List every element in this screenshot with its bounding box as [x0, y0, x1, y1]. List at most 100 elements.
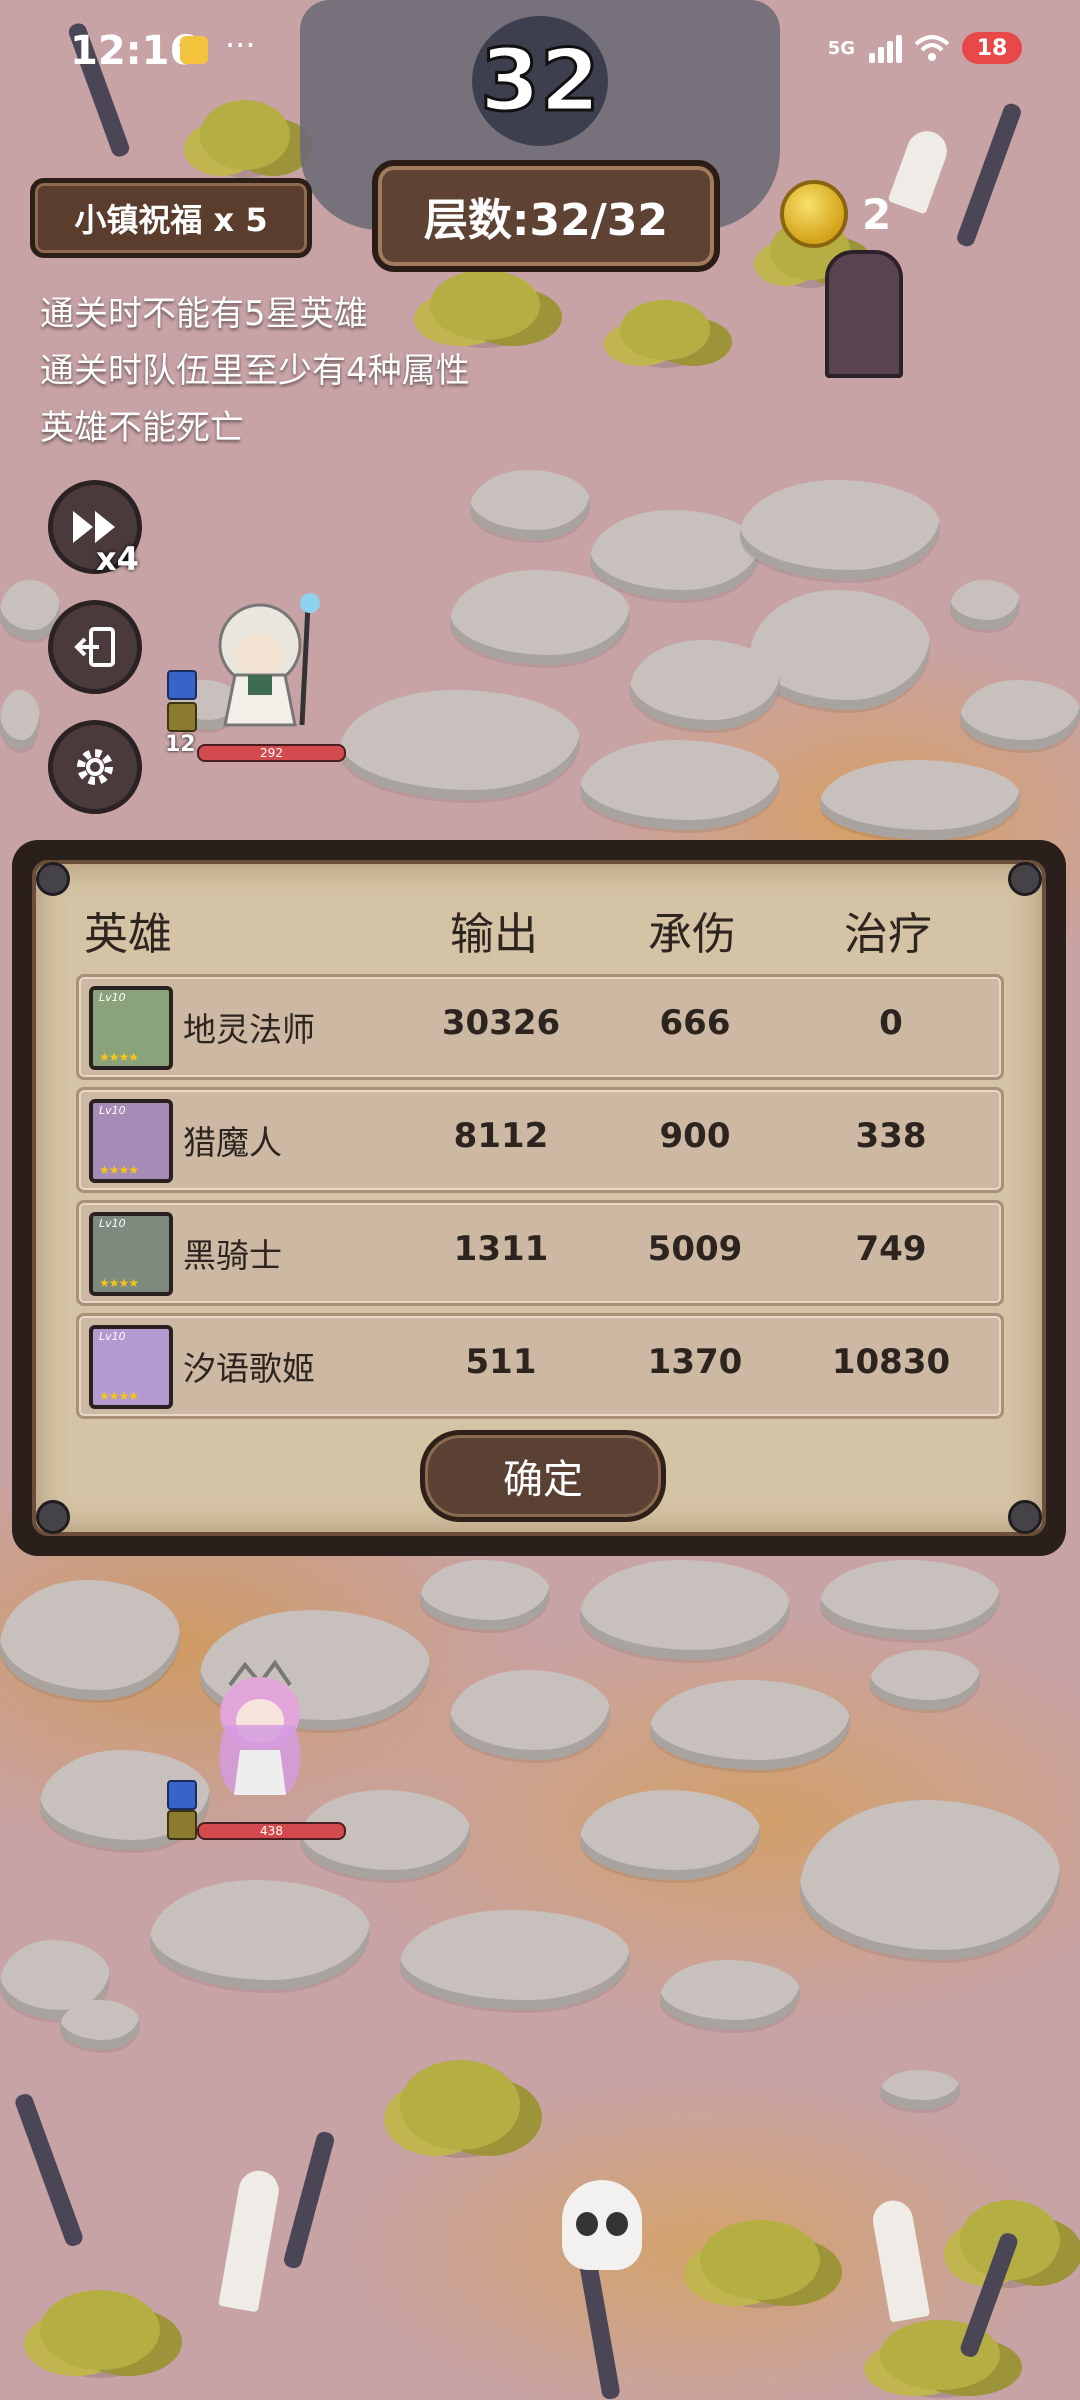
element-water-icon — [167, 670, 197, 700]
stone — [820, 1560, 1000, 1640]
panel-bolt — [36, 1500, 70, 1534]
tombstone — [825, 250, 903, 378]
network-type: 5G — [827, 37, 855, 59]
stone — [820, 760, 1020, 840]
panel-bolt — [36, 862, 70, 896]
stone — [650, 1680, 850, 1770]
stone — [950, 580, 1020, 630]
stone — [660, 1960, 800, 2030]
damage-value: 30326 — [441, 1003, 561, 1043]
wifi-icon — [914, 35, 950, 61]
damage-taken-value: 900 — [659, 1116, 731, 1156]
star-rating-icon: ★★★★ — [99, 1389, 139, 1403]
star-rating-icon: ★★★★ — [99, 1163, 139, 1177]
wood-stake — [954, 101, 1024, 249]
exit-button[interactable] — [48, 600, 142, 694]
stone — [580, 1560, 790, 1660]
stone — [60, 2000, 140, 2050]
bone-horn — [887, 125, 953, 215]
header-damage-taken: 承伤 — [648, 909, 736, 960]
wood-stake — [13, 2091, 85, 2249]
damage-taken-value: 666 — [659, 1003, 731, 1043]
hero-hp-bar: 438 — [197, 1822, 346, 1840]
coin-counter: 2 — [780, 180, 891, 248]
stone — [0, 690, 40, 750]
floor-counter: 层数:32/32 — [372, 160, 720, 272]
header-hero: 英雄 — [84, 909, 172, 960]
avatar-level: Lv10 — [99, 991, 126, 1004]
star-rating-icon: ★★★★ — [99, 1276, 139, 1290]
rule-item: 通关时队伍里至少有4种属性 — [40, 351, 470, 391]
hero-sprite — [219, 1659, 301, 1795]
element-earth-icon — [167, 702, 197, 732]
avatar-level: Lv10 — [99, 1330, 126, 1343]
damage-taken-value: 5009 — [647, 1229, 743, 1269]
element-earth-icon — [167, 1810, 197, 1840]
rule-item: 英雄不能死亡 — [40, 408, 244, 448]
settings-button[interactable] — [48, 720, 142, 814]
stone — [630, 640, 780, 730]
bush — [620, 300, 710, 360]
wood-stake — [577, 2249, 621, 2400]
exit-icon — [74, 627, 115, 667]
damage-value: 8112 — [453, 1116, 549, 1156]
stone — [420, 1560, 550, 1630]
hero-name: 汐语歌姬 — [183, 1349, 315, 1388]
healing-value: 0 — [879, 1003, 903, 1043]
bush — [200, 100, 290, 170]
stone — [450, 570, 630, 665]
damage-value: 1311 — [453, 1229, 549, 1269]
avatar-level: Lv10 — [99, 1217, 126, 1230]
healing-value: 749 — [855, 1229, 927, 1269]
hero-sprite — [218, 593, 320, 727]
signal-icon — [869, 33, 902, 63]
stone — [800, 1800, 1060, 1960]
hero-avatar: Lv10 ★★★★ — [89, 1325, 173, 1409]
hero-stats-row: Lv10 ★★★★ 地灵法师 30326 666 0 — [76, 974, 1004, 1080]
hero-stats-row: Lv10 ★★★★ 猎魔人 8112 900 338 — [76, 1087, 1004, 1193]
stage-number-badge: 32 — [472, 16, 608, 146]
damage-taken-value: 1370 — [647, 1342, 743, 1382]
damage-value: 511 — [465, 1342, 537, 1382]
hero-stats-row: Lv10 ★★★★ 汐语歌姬 511 1370 10830 — [76, 1313, 1004, 1419]
status-indicators: 5G 18 — [828, 32, 1022, 64]
coin-icon — [780, 180, 848, 248]
panel-bolt — [1008, 1500, 1042, 1534]
stage-rules: 通关时不能有5星英雄 通关时队伍里至少有4种属性 英雄不能死亡 — [40, 286, 470, 457]
stone — [150, 1880, 370, 1990]
hero-name: 猎魔人 — [183, 1123, 282, 1162]
element-water-icon — [167, 1780, 197, 1810]
blessing-badge[interactable]: 小镇祝福 x 5 — [30, 178, 312, 258]
hero-name: 地灵法师 — [183, 1010, 315, 1049]
hero-avatar: Lv10 ★★★★ — [89, 1099, 173, 1183]
skull-decoration — [562, 2180, 642, 2270]
stone — [740, 480, 940, 580]
stone — [590, 510, 760, 600]
stage-number: 32 — [479, 30, 602, 133]
confirm-button[interactable]: 确定 — [420, 1430, 666, 1522]
status-time: 12:16 — [70, 28, 198, 74]
hero-name: 黑骑士 — [183, 1236, 282, 1275]
stone — [580, 1790, 760, 1880]
star-rating-icon: ★★★★ — [99, 1050, 139, 1064]
status-more-dots: ··· — [225, 26, 256, 64]
field-hero-singer[interactable] — [200, 1655, 330, 1809]
rule-item: 通关时不能有5星英雄 — [40, 294, 368, 334]
hero-avatar: Lv10 ★★★★ — [89, 1212, 173, 1296]
field-hero-mage[interactable] — [190, 585, 340, 739]
stone — [960, 680, 1080, 750]
hero-hp-bar: 292 — [197, 744, 346, 762]
hero-avatar: Lv10 ★★★★ — [89, 986, 173, 1070]
notification-app-icon — [180, 36, 208, 64]
battery-indicator: 18 — [962, 32, 1022, 64]
stone — [580, 740, 780, 830]
stone — [470, 470, 590, 540]
panel-bolt — [1008, 862, 1042, 896]
hero-stats-row: Lv10 ★★★★ 黑骑士 1311 5009 749 — [76, 1200, 1004, 1306]
bone-horn — [869, 2197, 931, 2323]
speed-multiplier: x4 — [96, 540, 139, 578]
bone-horn — [218, 2167, 282, 2313]
coin-count: 2 — [862, 189, 892, 239]
hero-level: 12 — [165, 732, 196, 757]
stone — [880, 2070, 960, 2110]
